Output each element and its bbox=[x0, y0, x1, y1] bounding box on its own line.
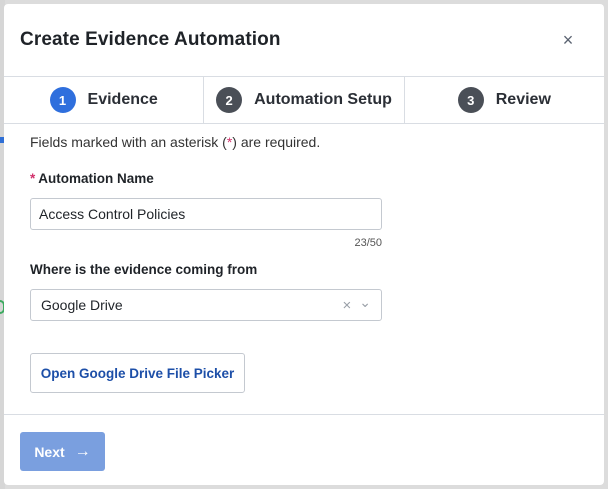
character-counter: 23/50 bbox=[354, 237, 382, 249]
automation-name-input[interactable] bbox=[30, 198, 382, 230]
modal-title: Create Evidence Automation bbox=[20, 29, 281, 50]
modal-footer: Next → bbox=[4, 414, 604, 485]
next-button-label: Next bbox=[34, 443, 65, 460]
step-number-badge: 3 bbox=[457, 87, 484, 113]
step-label: Review bbox=[495, 91, 551, 108]
automation-name-label: * Automation Name bbox=[30, 171, 578, 186]
close-icon[interactable]: × bbox=[556, 28, 580, 52]
arrow-right-icon: → bbox=[74, 442, 91, 460]
step-number-badge: 2 bbox=[216, 87, 243, 113]
step-evidence[interactable]: 1 Evidence bbox=[4, 77, 205, 123]
field-label-text: Automation Name bbox=[38, 171, 154, 186]
required-note-text: Fields marked with an asterisk ( bbox=[30, 134, 227, 150]
form-body: Fields marked with an asterisk ( * ) are r… bbox=[4, 124, 604, 414]
clear-icon[interactable]: × bbox=[343, 297, 352, 314]
modal-header: Create Evidence Automation × bbox=[4, 4, 604, 76]
required-fields-note: Fields marked with an asterisk (*) are r… bbox=[30, 134, 578, 150]
chevron-down-icon[interactable]: ⌄ bbox=[359, 294, 371, 311]
evidence-source-select[interactable]: Google Drive × ⌄ bbox=[30, 289, 382, 321]
evidence-source-label: Where is the evidence coming from bbox=[30, 262, 258, 277]
selected-value: Google Drive bbox=[41, 297, 123, 313]
select-controls: × ⌄ bbox=[343, 294, 372, 314]
stepper: 1 Evidence 2 Automation Setup 3 Review bbox=[4, 76, 604, 124]
required-note-text: ) are required. bbox=[232, 134, 321, 150]
step-label: Evidence bbox=[87, 91, 158, 108]
required-asterisk: * bbox=[30, 171, 36, 186]
step-review[interactable]: 3 Review bbox=[405, 77, 604, 123]
create-evidence-automation-modal: Create Evidence Automation × 1 Evidence … bbox=[4, 4, 604, 485]
open-file-picker-button[interactable]: Open Google Drive File Picker bbox=[30, 353, 245, 393]
step-automation-setup[interactable]: 2 Automation Setup bbox=[204, 77, 405, 123]
next-button[interactable]: Next → bbox=[20, 432, 105, 471]
step-number-badge: 1 bbox=[49, 87, 76, 113]
step-label: Automation Setup bbox=[254, 91, 392, 108]
